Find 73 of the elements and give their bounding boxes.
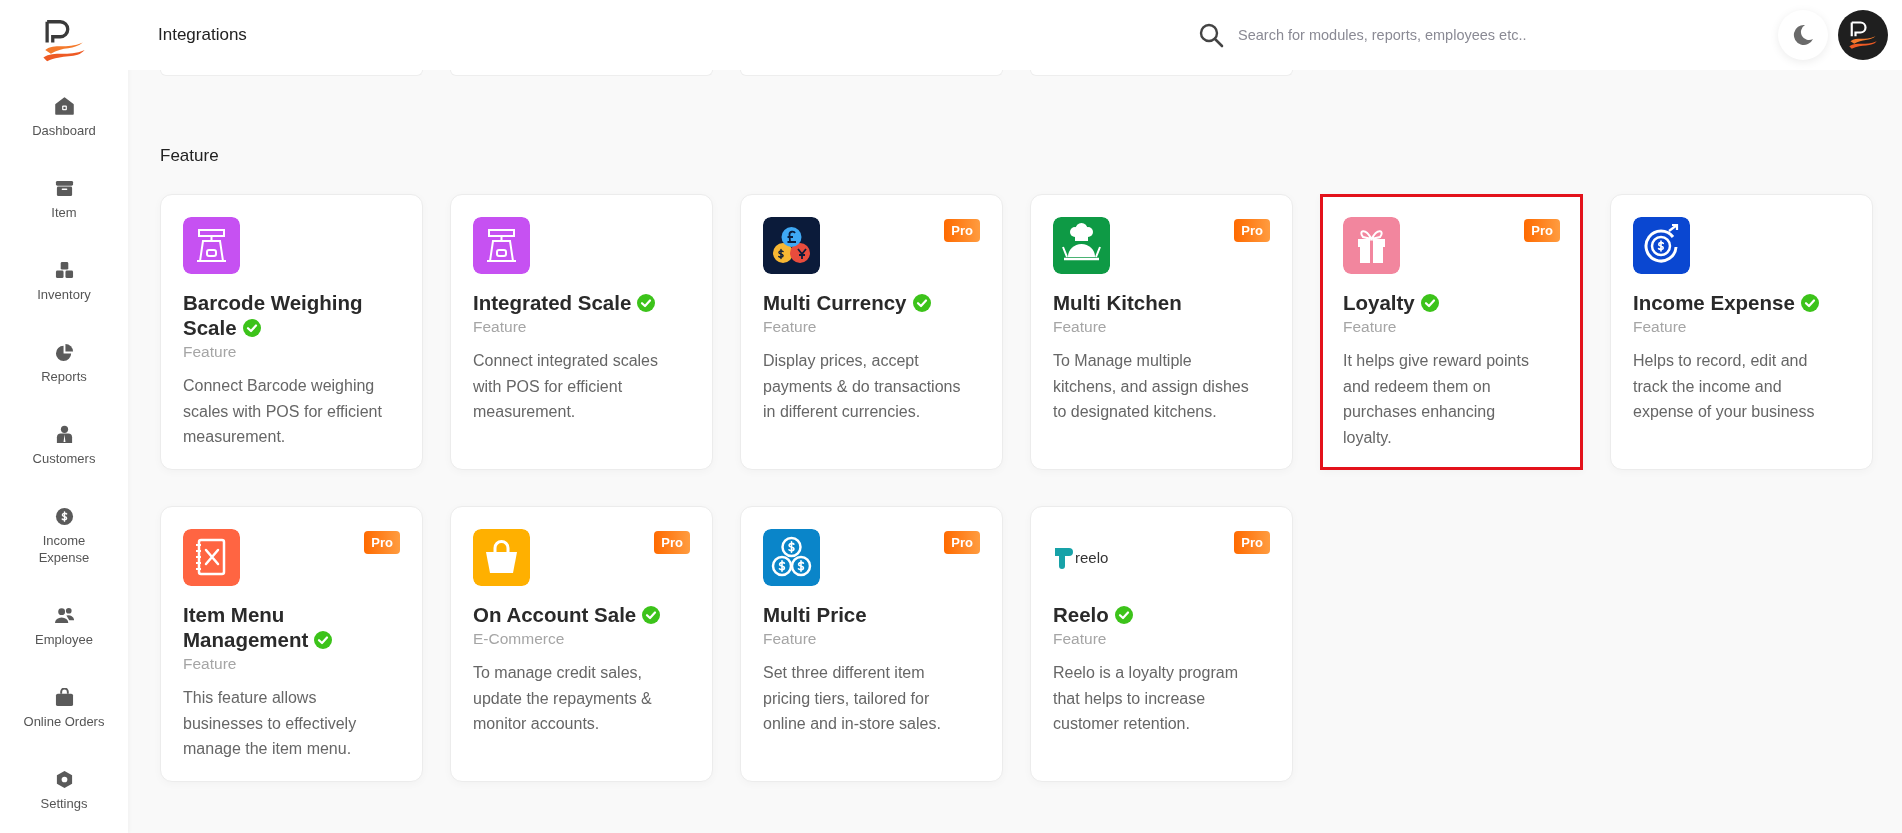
sidebar-item[interactable]: Customers [0,405,128,487]
card-title: Multi Currency [763,291,907,314]
pro-badge: Pro [944,531,980,554]
card-title: Loyalty [1343,291,1415,314]
card-title: Integrated Scale [473,291,632,314]
search-icon [1198,22,1224,48]
card-description: To Manage multiple kitchens, and assign dishes to designated kitchens. [1053,351,1250,422]
pro-badge: Pro [1234,531,1270,554]
pie-chart-icon [54,343,74,362]
integration-card[interactable]: Pro Item Menu Management Feature This feature allows businesses to effectively manage the item menu. [160,506,423,782]
sidebar-item[interactable]: Settings [0,750,128,832]
integration-card[interactable]: Integrated Scale Feature Connect integrated scales with POS for efficient measurement. [450,194,713,470]
card-category: E-Commerce [473,629,566,649]
card-description: Display prices, accept payments & do transactions in different currencies. [763,351,962,422]
pro-badge: Pro [1524,219,1560,242]
card-category: Feature [1053,317,1108,337]
card-category: Feature [763,317,818,337]
card-category: Feature [473,317,528,337]
stacked-boxes-icon [54,261,74,280]
card-description: Helps to record, edit and track the income and expense of your business [1633,351,1816,422]
card-category: Feature [763,629,818,649]
shopping-bag-icon [54,688,74,707]
card-description: Reelo is a loyalty program that helps to increase customer retention. [1053,663,1239,734]
brand-logo [1848,20,1878,50]
page-title: Integrations [158,25,247,45]
card-category: Feature [183,342,238,362]
integration-card[interactable]: Pro Loyalty Feature It helps give reward points and redeem them on purchases enhancing loyalty. [1320,194,1583,470]
search-field[interactable]: Search for modules, reports, employees etc.. [1236,26,1638,44]
sidebar-item[interactable]: Employee [0,586,128,668]
card-title: On Account Sale [473,603,637,626]
integration-card[interactable]: Pro Multi Currency Feature Display prices, accept payments & do transactions in different currencies. [740,194,1003,470]
pro-badge: Pro [944,219,980,242]
integration-card[interactable]: Pro Multi Price Feature Set three different item pricing tiers, tailored for online and in-store sales. [740,506,1003,782]
card-description: Connect integrated scales with POS for efficient measurement. [473,351,659,422]
card-category: Feature [1343,317,1398,337]
pro-badge: Pro [1234,219,1270,242]
reelo-logo: reelo [1053,529,1109,586]
archive-box-icon [54,179,74,198]
person-icon [54,425,74,444]
sidebar-item[interactable]: Income Expense [0,487,128,586]
pro-badge: Pro [364,531,400,554]
pro-badge: Pro [654,531,690,554]
card-description: To manage credit sales, update the repayments & monitor accounts. [473,663,653,734]
card-title: Item Menu Management [183,603,309,651]
card-title: Reelo [1053,603,1109,626]
card-category: Feature [183,654,238,674]
card-title: Multi Price [763,603,867,626]
profile-avatar[interactable] [1838,10,1888,60]
card-description: Set three different item pricing tiers, tailored for online and in-store sales. [763,663,942,734]
integration-card[interactable]: Barcode Weighing Scale Feature Connect Barcode weighing scales with POS for efficient measurement. [160,194,423,470]
card-title: Income Expense [1633,291,1795,314]
home-icon [54,97,74,116]
moon-icon [1791,23,1815,47]
card-title: Barcode Weighing Scale [183,291,363,339]
dollar-coin-icon [54,507,74,526]
card-description: Connect Barcode weighing scales with POS for efficient measurement. [183,376,383,447]
integration-card[interactable]: reelo Pro Reelo Feature Reelo is a loyalty program that helps to increase customer retention. [1030,506,1293,782]
people-icon [54,606,74,625]
card-category: Feature [1053,629,1108,649]
sidebar-item[interactable]: Item [0,159,128,241]
integration-card[interactable]: Income Expense Feature Helps to record, edit and track the income and expense of your business [1610,194,1873,470]
card-description: It helps give reward points and redeem them on purchases enhancing loyalty. [1343,351,1530,448]
card-title: Multi Kitchen [1053,291,1182,314]
card-category: Feature [1633,317,1688,337]
sidebar-item[interactable]: Reports [0,323,128,405]
sidebar-item[interactable]: Online Orders [0,668,128,750]
section-title: Feature [159,146,220,166]
integration-card[interactable]: Pro Multi Kitchen Feature To Manage multiple kitchens, and assign dishes to designated kitchens. [1030,194,1293,470]
settings-icon [54,770,74,789]
sidebar-item[interactable]: Inventory [0,241,128,323]
card-description: This feature allows businesses to effectively manage the item menu. [183,688,358,759]
sidebar-item[interactable]: Dashboard [0,77,128,159]
integration-card[interactable]: Pro On Account Sale E-Commerce To manage credit sales, update the repayments & monitor accounts. [450,506,713,782]
